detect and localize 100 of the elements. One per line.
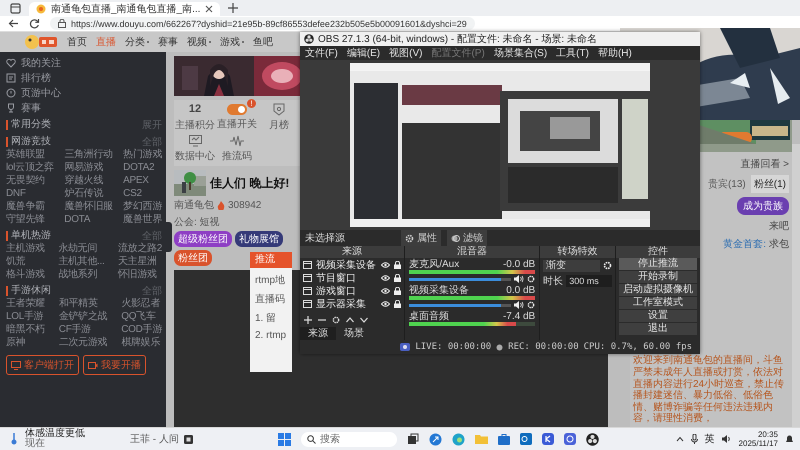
category-link[interactable]: 暗黑不朽 [6,324,45,336]
app-icon[interactable] [564,433,576,445]
caret-icon[interactable] [676,436,684,442]
menu-item[interactable]: 文件(F) [305,46,338,60]
category-link[interactable]: QQ飞车 [121,311,162,323]
search-field[interactable]: 搜索 [301,432,397,446]
category-link[interactable]: 魔兽世界 [123,214,162,226]
category-link[interactable]: 二次元游戏 [58,337,108,349]
speaker-icon[interactable] [514,301,524,309]
sidebar-link[interactable]: 页游中心 [6,85,162,100]
fan-tag[interactable]: 礼物展馆 [235,231,283,247]
category-link[interactable]: 守望先锋 [6,214,54,226]
nav-link[interactable]: 游戏 [220,35,244,49]
source-toolbar-button[interactable]: 滤镜 [447,230,487,246]
category-link[interactable]: 热门游戏 [123,149,162,161]
nav-link[interactable]: 分类 [125,35,149,49]
microphone-icon[interactable] [690,434,698,444]
nav-link[interactable]: 赛事 [158,35,178,49]
notification-icon[interactable] [785,434,794,444]
control-button[interactable]: 开始录制 [618,271,697,284]
down-icon[interactable] [360,316,368,324]
clock[interactable]: 20:35 2025/11/17 [738,430,778,448]
category-link[interactable]: 王者荣耀 [6,298,45,310]
speaker-icon[interactable] [514,275,524,283]
category-link[interactable]: lol云顶之弈 [6,162,54,174]
nav-link[interactable]: 直播 [96,35,116,49]
eye-icon[interactable] [381,300,390,306]
category-link[interactable]: COD手游 [121,324,162,336]
input-method-indicator[interactable]: 英 [704,432,715,446]
source-item[interactable]: 游戏窗口 [300,284,404,297]
sidebar-action-button[interactable]: 我要开播 [83,355,146,375]
control-button[interactable]: 停止推流 [618,258,697,271]
category-link[interactable]: CF手游 [58,324,108,336]
category-link[interactable]: 天主星洲 [118,256,162,268]
app-icon[interactable] [542,433,554,445]
dock-tab[interactable]: 来源 [300,327,336,340]
menu-item[interactable]: 视图(V) [389,46,422,60]
category-link[interactable]: 主机其他... [58,256,104,268]
chat-username[interactable]: 黄金首套: [723,237,766,251]
back-icon[interactable] [8,18,19,29]
live-toggle[interactable] [227,104,247,115]
category-link[interactable]: 梦幻西游 [123,201,162,213]
obs-logo-icon[interactable] [586,432,599,446]
category-link[interactable]: 棋牌娱乐 [121,337,162,349]
eye-icon[interactable] [381,274,390,280]
waveform-icon[interactable] [230,135,244,147]
source-item[interactable]: 显示器采集 [300,297,404,310]
lock-icon[interactable] [394,274,402,282]
category-link[interactable]: 原神 [6,337,45,349]
source-item[interactable]: 视频采集设备 [300,258,404,271]
category-link[interactable]: 网易游戏 [64,162,113,174]
up-icon[interactable] [346,316,354,324]
category-link[interactable]: DNF [6,188,54,200]
control-button[interactable]: 工作室模式 [618,297,697,310]
speaker-icon[interactable] [722,435,732,443]
category-link[interactable]: 战地系列 [58,269,104,281]
sidebar-action-button[interactable]: 客户端打开 [6,355,79,375]
category-link[interactable]: 饥荒 [6,256,45,268]
address-field[interactable]: https://www.douyu.com/662267?dyshid=21e95b-89cf86553defee232b505e5b00091601&dyshci=29 [50,17,475,30]
lock-icon[interactable] [394,286,402,294]
gear-icon[interactable] [527,275,536,283]
category-link[interactable]: 流放之路2 [118,243,162,255]
lock-icon[interactable] [394,260,402,268]
new-tab-icon[interactable] [228,3,238,13]
category-link[interactable]: 三角洲行动 [64,149,113,161]
menu-item[interactable]: 编辑(E) [346,46,380,60]
tab-actions-icon[interactable] [10,2,21,14]
browser-tab[interactable]: 南通龟包直播_南通龟包直播_南... [29,2,220,16]
streamer-name[interactable]: 南通龟包 [174,198,214,212]
category-link[interactable]: DOTA2 [123,162,162,174]
logo-icon[interactable] [24,34,58,50]
dock-tab[interactable]: 场景 [336,327,372,340]
close-icon[interactable] [205,5,214,13]
reload-icon[interactable] [29,18,40,29]
sidebar-link[interactable]: 排行榜 [6,70,162,85]
fan-tag[interactable]: 超级粉丝团 [174,231,232,247]
transition-dropdown[interactable]: 渐变 [543,260,600,272]
task-view-icon[interactable] [407,433,419,445]
control-button[interactable]: 启动虚拟摄像机 [618,284,697,297]
fan-tag[interactable]: 粉丝团 [174,250,212,266]
gear-icon[interactable] [527,301,536,309]
add-icon[interactable] [304,316,312,324]
start-icon[interactable] [278,432,291,446]
category-link[interactable]: 和平精英 [58,298,108,310]
app-icon[interactable] [429,432,442,446]
browser-icon[interactable] [452,432,465,446]
category-link[interactable]: 英雄联盟 [6,149,54,161]
store-icon[interactable] [498,433,510,445]
volume-slider[interactable] [409,304,512,306]
category-link[interactable]: 无畏契约 [6,175,54,187]
category-link[interactable]: 永劫无间 [58,243,104,255]
chat-tab[interactable]: 粉丝(1) [750,175,789,193]
lock-icon[interactable] [394,300,402,308]
eye-icon[interactable] [381,262,390,268]
noble-button[interactable]: 成为贵族 [737,197,789,215]
category-link[interactable]: 怀旧游戏 [118,269,162,281]
gear-icon[interactable] [602,261,612,270]
mail-app-icon[interactable] [520,433,532,445]
volume-slider[interactable] [409,278,512,280]
category-link[interactable]: 炉石传说 [64,188,113,200]
